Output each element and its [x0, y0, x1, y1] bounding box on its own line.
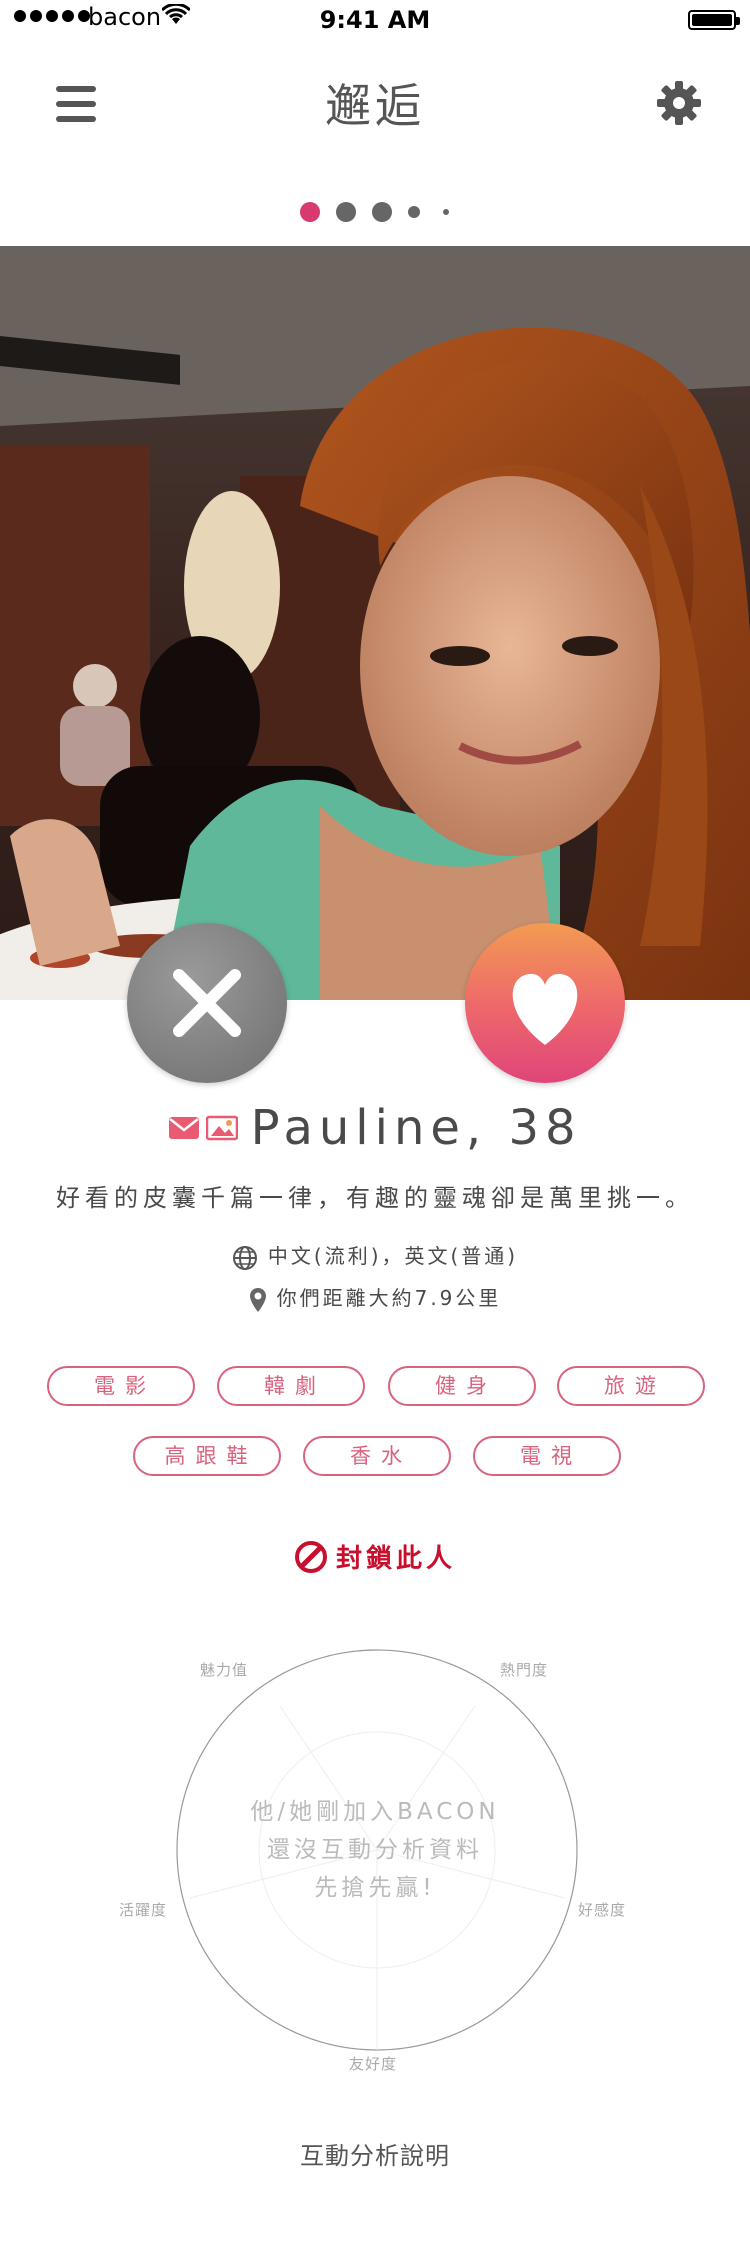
profile-photo[interactable] — [0, 246, 750, 1000]
interest-tag[interactable]: 電視 — [473, 1436, 621, 1476]
interest-tag[interactable]: 健身 — [388, 1366, 536, 1406]
languages-text: 中文(流利)，英文(普通) — [267, 1244, 519, 1268]
radar-message-line: 他/她剛加入BACON — [250, 1799, 500, 1825]
like-button[interactable] — [465, 923, 625, 1083]
location-pin-icon — [249, 1287, 266, 1312]
heart-icon — [512, 973, 578, 1045]
radar-label-favorability: 好感度 — [578, 1901, 627, 1919]
status-bar: bacon 9:41 AM — [0, 0, 750, 40]
languages-row: 中文(流利)，英文(普通) — [0, 1240, 750, 1271]
distance-text: 你們距離大約7.9公里 — [276, 1286, 502, 1310]
block-icon — [294, 1540, 327, 1573]
radar-label-popularity: 熱門度 — [500, 1661, 549, 1679]
interaction-analysis-link[interactable]: 互動分析說明 — [0, 2136, 750, 2171]
interest-tag[interactable]: 電影 — [47, 1366, 195, 1406]
globe-icon — [232, 1245, 257, 1270]
radar-label-charm: 魅力值 — [200, 1661, 249, 1679]
radar-message-line: 還沒互動分析資料 — [267, 1837, 483, 1863]
distance-row: 你們距離大約7.9公里 — [0, 1282, 750, 1313]
profile-bio: 好看的皮囊千篇一律，有趣的靈魂卻是萬里挑一。 — [56, 1184, 694, 1212]
pager-dot[interactable] — [336, 202, 356, 222]
interest-tag[interactable]: 香水 — [303, 1436, 451, 1476]
photo-pager[interactable] — [300, 200, 470, 224]
clock: 9:41 AM — [319, 6, 431, 34]
interest-tag[interactable]: 高跟鞋 — [133, 1436, 281, 1476]
radar-label-activity: 活躍度 — [119, 1901, 168, 1919]
pager-dot[interactable] — [443, 209, 449, 215]
mail-icon — [169, 1117, 200, 1139]
radar-label-friendliness: 友好度 — [349, 2055, 398, 2073]
pager-dot[interactable] — [408, 206, 420, 218]
block-user-label: 封鎖此人 — [335, 1544, 456, 1574]
interest-tag[interactable]: 旅遊 — [557, 1366, 705, 1406]
reject-button[interactable] — [127, 923, 287, 1083]
gear-icon[interactable] — [656, 80, 702, 126]
block-user-button[interactable]: 封鎖此人 — [0, 1538, 750, 1575]
pager-dot-active[interactable] — [300, 202, 320, 222]
profile-name-age: Pauline, 38 — [250, 1100, 582, 1156]
photo-icon — [205, 1115, 238, 1141]
radar-message-line: 先搶先贏! — [314, 1875, 436, 1901]
battery-icon — [688, 10, 740, 30]
page-title: 邂逅 — [325, 79, 425, 133]
radar-empty-message: 他/她剛加入BACON 還沒互動分析資料 先搶先贏! — [200, 1793, 550, 1907]
contact-badges — [168, 1115, 238, 1141]
profile-name-row: Pauline, 38 — [0, 1100, 750, 1156]
pager-dot[interactable] — [372, 202, 392, 222]
interest-tag[interactable]: 韓劇 — [217, 1366, 365, 1406]
close-icon — [173, 969, 241, 1037]
